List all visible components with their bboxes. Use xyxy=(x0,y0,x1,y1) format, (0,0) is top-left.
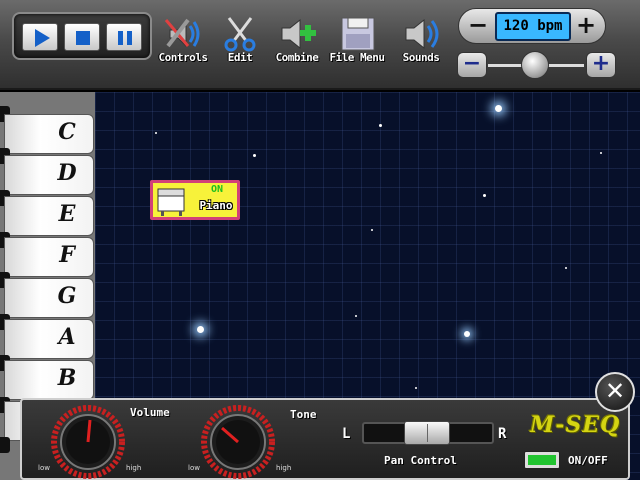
volume-label: Volume xyxy=(130,406,170,419)
volume-high-label: high xyxy=(126,464,142,472)
play-button[interactable] xyxy=(22,23,58,51)
tone-high-label: high xyxy=(276,464,292,472)
key-label: F xyxy=(59,242,75,268)
key-label: E xyxy=(58,201,76,227)
star xyxy=(600,152,602,154)
star xyxy=(355,315,357,317)
key-e[interactable]: E xyxy=(4,196,94,236)
slider-increase-button[interactable]: + xyxy=(586,52,616,78)
key-g[interactable]: G xyxy=(4,278,94,318)
black-key xyxy=(0,437,10,453)
speaker-plus-icon xyxy=(281,18,316,50)
edit-tool-button[interactable]: Edit xyxy=(209,16,271,72)
speaker-waves-icon xyxy=(405,18,439,50)
star xyxy=(565,267,567,269)
key-label: G xyxy=(57,283,77,309)
scissors-icon xyxy=(224,17,256,52)
star xyxy=(155,132,157,134)
tempo-control: − 120 bpm + xyxy=(458,8,606,44)
on-off-toggle[interactable] xyxy=(524,451,560,469)
star xyxy=(379,124,382,127)
tone-low-label: low xyxy=(188,464,200,472)
instrument-control-panel: Volume low high Tone low high L R Pan Co… xyxy=(20,398,630,480)
file-menu-tool-button[interactable]: File Menu xyxy=(326,16,388,72)
pan-left-label: L xyxy=(342,426,351,442)
combine-tool-button[interactable]: Combine xyxy=(266,16,328,72)
controls-tool-button[interactable]: Controls xyxy=(152,16,214,72)
star xyxy=(253,154,256,157)
key-f[interactable]: F xyxy=(4,237,94,277)
tempo-increase-button[interactable]: + xyxy=(571,12,601,40)
key-label: A xyxy=(58,324,76,350)
pan-right-label: R xyxy=(498,426,507,442)
tempo-slider-knob[interactable] xyxy=(521,51,549,79)
star xyxy=(197,326,204,333)
tempo-display: 120 bpm xyxy=(495,12,571,41)
tone-dial-icon xyxy=(201,405,275,479)
volume-dial-icon xyxy=(51,405,125,479)
star xyxy=(464,331,470,337)
key-c[interactable]: C xyxy=(4,114,94,154)
volume-low-label: low xyxy=(38,464,50,472)
file-menu-label: File Menu xyxy=(329,51,385,64)
sounds-tool-button[interactable]: Sounds xyxy=(390,16,452,72)
tempo-decrease-button[interactable]: − xyxy=(463,12,493,40)
pause-button[interactable] xyxy=(106,23,142,51)
key-label: D xyxy=(57,160,77,186)
tone-knob[interactable] xyxy=(200,404,276,480)
key-a[interactable]: A xyxy=(4,319,94,359)
instrument-tile-piano[interactable]: ON Piano xyxy=(150,180,240,220)
stop-icon xyxy=(76,31,90,45)
transport-controls xyxy=(12,12,152,60)
top-toolbar: Controls Edit Combine File Menu Sounds −… xyxy=(0,0,640,90)
pan-slider[interactable] xyxy=(362,421,494,445)
combine-label: Combine xyxy=(275,51,319,64)
piano-icon xyxy=(157,188,185,216)
sounds-label: Sounds xyxy=(402,51,440,64)
key-label: B xyxy=(57,365,77,391)
instrument-state: ON xyxy=(210,184,224,195)
m-seq-logo: M-SEQ xyxy=(530,412,621,438)
play-icon xyxy=(35,29,50,47)
key-b[interactable]: B xyxy=(4,360,94,400)
star xyxy=(371,229,373,231)
pan-slider-handle[interactable] xyxy=(404,421,450,445)
star xyxy=(415,387,417,389)
pan-control-label: Pan Control xyxy=(384,454,457,467)
close-panel-button[interactable]: ✕ xyxy=(595,372,635,412)
key-label: C xyxy=(58,119,76,145)
star xyxy=(483,194,486,197)
floppy-disk-icon xyxy=(341,17,375,51)
instrument-name: Piano xyxy=(199,199,233,212)
volume-knob[interactable] xyxy=(50,404,126,480)
star xyxy=(495,105,502,112)
key-d[interactable]: D xyxy=(4,155,94,195)
controls-label: Controls xyxy=(158,51,208,64)
wrench-screwdriver-speaker-icon xyxy=(164,18,200,48)
tone-label: Tone xyxy=(290,408,317,421)
edit-label: Edit xyxy=(227,51,253,64)
slider-decrease-button[interactable]: − xyxy=(457,52,487,78)
stop-button[interactable] xyxy=(64,23,100,51)
on-off-label: ON/OFF xyxy=(568,454,608,467)
pause-icon xyxy=(118,31,132,45)
